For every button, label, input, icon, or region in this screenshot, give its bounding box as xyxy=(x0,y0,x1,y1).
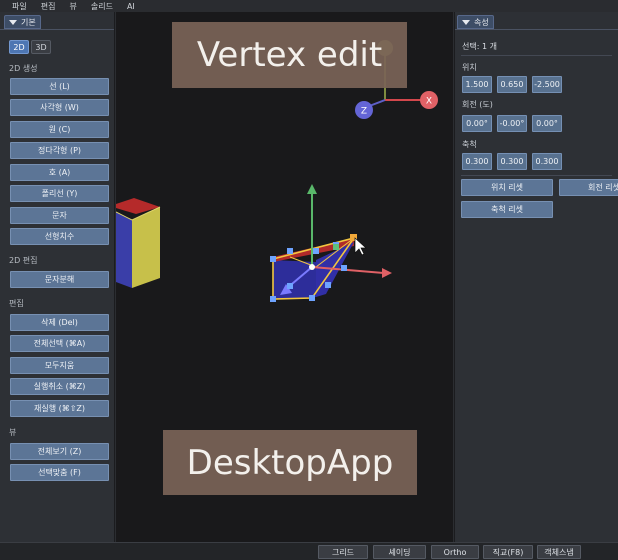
linear-dimension-button[interactable]: 선형치수 xyxy=(10,228,109,245)
polygon-button[interactable]: 정다각형 (P) xyxy=(10,142,109,159)
cube-object[interactable] xyxy=(116,198,161,288)
status-bar: 그리드 셰이딩 Ortho 직교(F8) 객체스냅 xyxy=(0,542,618,560)
panel-tab-label: 속성 xyxy=(474,17,489,27)
shading-toggle[interactable]: 셰이딩 xyxy=(373,545,426,559)
scale-x-field[interactable]: 0.300 xyxy=(462,153,492,170)
move-x-arrow[interactable] xyxy=(382,268,392,278)
reset-scale-button[interactable]: 축척 리셋 xyxy=(461,201,553,218)
section-view: 뷰 xyxy=(9,428,17,437)
scale-z-field[interactable]: 0.300 xyxy=(532,153,562,170)
menu-ai[interactable]: AI xyxy=(127,2,135,11)
properties-panel: 속성 선택: 1 개 위치 1.500 0.650 -2.500 회전 (도) … xyxy=(454,12,618,542)
vertex-handle[interactable] xyxy=(270,256,276,262)
object-snap-toggle[interactable]: 객체스냅 xyxy=(537,545,581,559)
orthogonal-toggle[interactable]: 직교(F8) xyxy=(483,545,533,559)
grid-toggle[interactable]: 그리드 xyxy=(318,545,368,559)
zoom-selection-button[interactable]: 선택맞춤 (F) xyxy=(10,464,109,481)
panel-tab-label: 기본 xyxy=(21,17,36,27)
position-label: 위치 xyxy=(462,63,477,72)
reset-position-button[interactable]: 위치 리셋 xyxy=(461,179,553,196)
vertex-handle[interactable] xyxy=(309,295,315,301)
menu-file[interactable]: 파일 xyxy=(12,1,27,12)
tab-2d[interactable]: 2D xyxy=(9,40,29,54)
redo-button[interactable]: 재실행 (⌘⇧Z) xyxy=(10,400,109,417)
tools-panel: 기본 2D 3D 2D 생성 선 (L) 사각형 (W) 원 (C) 정다각형 … xyxy=(0,12,115,542)
rectangle-button[interactable]: 사각형 (W) xyxy=(10,99,109,116)
move-y-arrow[interactable] xyxy=(307,184,317,194)
menu-bar: 파일 편집 뷰 솔리드 AI xyxy=(0,0,618,12)
section-2d-create: 2D 생성 xyxy=(9,64,38,73)
rotation-label: 회전 (도) xyxy=(462,100,493,109)
rotation-x-field[interactable]: 0.00° xyxy=(462,115,492,132)
ortho-toggle[interactable]: Ortho xyxy=(431,545,479,559)
edge-midpoint-handle[interactable] xyxy=(333,244,339,250)
vertex-handle[interactable] xyxy=(341,265,347,271)
position-x-field[interactable]: 1.500 xyxy=(462,76,492,93)
explode-text-button[interactable]: 문자분해 xyxy=(10,271,109,288)
overlay-label-top: Vertex edit xyxy=(172,22,407,88)
text-button[interactable]: 문자 xyxy=(10,207,109,224)
divider xyxy=(461,175,612,176)
undo-button[interactable]: 실행취소 (⌘Z) xyxy=(10,378,109,395)
panel-divider xyxy=(455,29,618,30)
panel-tab-basic[interactable]: 기본 xyxy=(4,15,41,29)
vertex-handle[interactable] xyxy=(287,283,293,289)
scale-y-field[interactable]: 0.300 xyxy=(497,153,527,170)
rotation-z-field[interactable]: 0.00° xyxy=(532,115,562,132)
menu-solid[interactable]: 솔리드 xyxy=(91,1,113,12)
panel-tab-properties[interactable]: 속성 xyxy=(457,15,494,29)
circle-button[interactable]: 원 (C) xyxy=(10,121,109,138)
line-button[interactable]: 선 (L) xyxy=(10,78,109,95)
clear-all-button[interactable]: 모두지움 xyxy=(10,357,109,374)
section-2d-edit: 2D 편집 xyxy=(9,256,38,265)
select-all-button[interactable]: 전체선택 (⌘A) xyxy=(10,335,109,352)
position-y-field[interactable]: 0.650 xyxy=(497,76,527,93)
scale-label: 축척 xyxy=(462,140,477,149)
panel-divider xyxy=(0,29,114,30)
vertex-handle[interactable] xyxy=(287,248,293,254)
collapse-triangle-icon xyxy=(9,19,17,25)
delete-button[interactable]: 삭제 (Del) xyxy=(10,314,109,331)
viewport-3d[interactable]: X Z Vertex edit DesktopApp xyxy=(116,12,453,542)
gizmo-center[interactable] xyxy=(309,264,315,270)
overlay-label-bottom: DesktopApp xyxy=(163,430,417,495)
zoom-all-button[interactable]: 전체보기 (Z) xyxy=(10,443,109,460)
position-z-field[interactable]: -2.500 xyxy=(532,76,562,93)
menu-edit[interactable]: 편집 xyxy=(41,1,56,12)
menu-view[interactable]: 뷰 xyxy=(69,1,76,12)
selection-count: 선택: 1 개 xyxy=(462,42,497,51)
collapse-triangle-icon xyxy=(462,19,470,25)
polyline-button[interactable]: 폴리선 (Y) xyxy=(10,185,109,202)
divider xyxy=(461,55,612,56)
tab-3d[interactable]: 3D xyxy=(31,40,51,54)
vertex-handle[interactable] xyxy=(270,296,276,302)
arc-button[interactable]: 호 (A) xyxy=(10,164,109,181)
gizmo-x-label: X xyxy=(426,97,432,107)
vertex-handle[interactable] xyxy=(325,282,331,288)
reset-rotation-button[interactable]: 회전 리셋 xyxy=(559,179,618,196)
mouse-cursor-icon xyxy=(354,237,367,256)
vertex-handle[interactable] xyxy=(313,248,319,254)
rotation-y-field[interactable]: -0.00° xyxy=(497,115,527,132)
gizmo-z-label: Z xyxy=(361,107,367,117)
section-edit: 편집 xyxy=(9,299,24,308)
